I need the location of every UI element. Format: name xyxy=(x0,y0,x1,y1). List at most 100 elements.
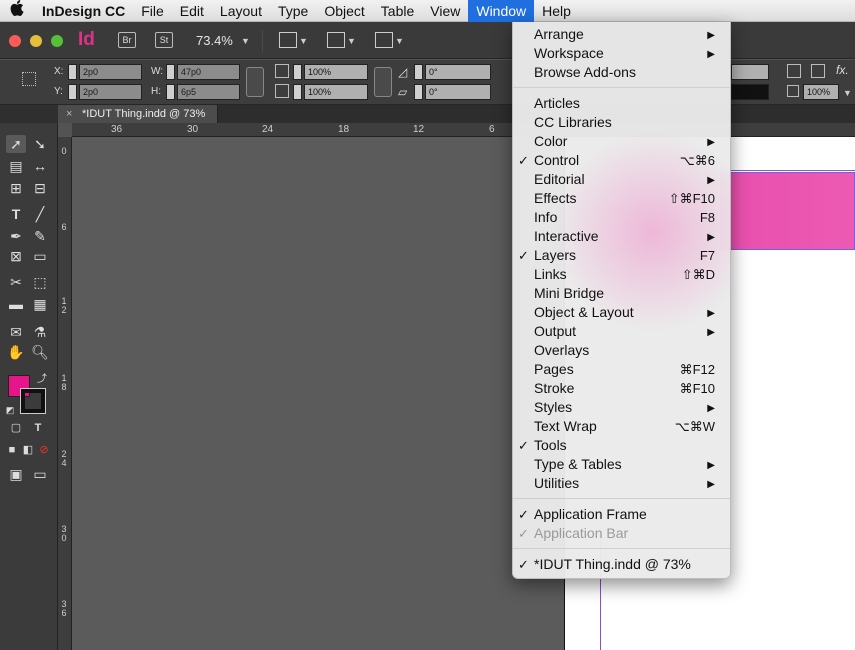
menu-file[interactable]: File xyxy=(133,0,172,22)
menu-item-stroke[interactable]: Stroke ⌘F10 xyxy=(513,379,730,398)
view-options-icon[interactable] xyxy=(279,32,297,48)
rotate-select[interactable]: 0° xyxy=(425,64,491,80)
apply-none-icon[interactable]: ⊘ xyxy=(34,441,54,459)
menu-item-overlays[interactable]: Overlays xyxy=(513,341,730,360)
shear-select[interactable]: 0° xyxy=(425,84,491,100)
gradient-feather-tool-icon[interactable]: ▦ xyxy=(30,295,50,313)
menu-item-browse-add-ons[interactable]: Browse Add-ons xyxy=(513,63,730,82)
zoom-dropdown-icon[interactable]: ▼ xyxy=(241,36,250,46)
menu-edit[interactable]: Edit xyxy=(172,0,212,22)
drop-shadow-icon[interactable] xyxy=(811,64,825,78)
horizontal-ruler[interactable]: 36 30 24 18 12 6 xyxy=(72,123,855,137)
page-tool-icon[interactable]: ▤ xyxy=(6,157,26,175)
menu-item-interactive[interactable]: Interactive ▶ xyxy=(513,227,730,246)
constrain-scale-icon[interactable] xyxy=(374,67,392,97)
shear-stepper[interactable] xyxy=(414,84,423,100)
effects-icon[interactable]: fx. xyxy=(836,63,849,77)
y-stepper[interactable] xyxy=(68,84,77,100)
h-field[interactable]: 6p5 xyxy=(177,84,240,100)
screen-mode-dropdown-icon[interactable]: ▼ xyxy=(347,36,356,46)
menu-item-application-frame[interactable]: ✓ Application Frame xyxy=(513,505,730,524)
rotate-stepper[interactable] xyxy=(414,64,423,80)
menu-item-color[interactable]: Color ▶ xyxy=(513,132,730,151)
zoom-level[interactable]: 73.4% xyxy=(196,33,233,48)
menu-item-links[interactable]: Links ⇧⌘D xyxy=(513,265,730,284)
type-tool-icon[interactable]: T xyxy=(6,205,26,223)
note-tool-icon[interactable]: ✉ xyxy=(6,323,26,341)
stroke-type-select[interactable] xyxy=(731,64,769,80)
menu-item-articles[interactable]: Articles xyxy=(513,94,730,113)
pen-tool-icon[interactable]: ✒ xyxy=(6,227,26,245)
apple-icon[interactable] xyxy=(0,0,34,21)
menu-item-output[interactable]: Output ▶ xyxy=(513,322,730,341)
menu-item-object-layout[interactable]: Object & Layout ▶ xyxy=(513,303,730,322)
menu-item-control[interactable]: ✓ Control ⌥⌘6 xyxy=(513,151,730,170)
menu-layout[interactable]: Layout xyxy=(212,0,270,22)
menu-help[interactable]: Help xyxy=(534,0,579,22)
scissors-tool-icon[interactable]: ✂ xyxy=(6,273,26,291)
stock-button[interactable]: St xyxy=(155,32,173,48)
arrange-documents-icon[interactable] xyxy=(375,32,393,48)
scale-x-stepper[interactable] xyxy=(293,64,302,80)
frame-fitting-icon[interactable] xyxy=(787,64,801,78)
line-tool-icon[interactable]: ╱ xyxy=(30,205,50,223)
close-window-button[interactable] xyxy=(9,35,21,47)
gradient-swatch-tool-icon[interactable]: ▬ xyxy=(6,295,26,313)
menu-object[interactable]: Object xyxy=(316,0,372,22)
stroke-color-select[interactable] xyxy=(731,84,769,100)
close-tab-icon[interactable]: × xyxy=(66,105,72,123)
stroke-swatch[interactable] xyxy=(20,388,46,414)
swap-colors-icon[interactable]: ⤴ xyxy=(35,371,49,389)
content-placer-icon[interactable]: ⊟ xyxy=(30,179,50,197)
menu-item-layers[interactable]: ✓ Layers F7 xyxy=(513,246,730,265)
gap-tool-icon[interactable]: ↔ xyxy=(30,157,50,175)
formatting-text-icon[interactable]: T xyxy=(28,419,48,437)
w-field[interactable]: 47p0 xyxy=(177,64,240,80)
arrange-documents-dropdown-icon[interactable]: ▼ xyxy=(395,36,404,46)
menu-indesign[interactable]: InDesign CC xyxy=(34,0,133,22)
vertical-ruler[interactable]: 0 6 1 2 1 8 2 4 3 0 3 6 xyxy=(58,137,72,650)
w-stepper[interactable] xyxy=(166,64,175,80)
menu-item-mini-bridge[interactable]: Mini Bridge xyxy=(513,284,730,303)
menu-item-text-wrap[interactable]: Text Wrap ⌥⌘W xyxy=(513,417,730,436)
scale-y-stepper[interactable] xyxy=(293,84,302,100)
menu-type[interactable]: Type xyxy=(270,0,316,22)
opacity-select[interactable]: 100% xyxy=(803,84,839,100)
screen-mode-icon[interactable] xyxy=(327,32,345,48)
menu-item-effects[interactable]: Effects ⇧⌘F10 xyxy=(513,189,730,208)
menu-view[interactable]: View xyxy=(422,0,468,22)
pink-rectangle-frame[interactable] xyxy=(720,172,855,250)
zoom-window-button[interactable] xyxy=(51,35,63,47)
menu-item-arrange[interactable]: Arrange ▶ xyxy=(513,25,730,44)
hand-tool-icon[interactable]: ✋ xyxy=(6,343,26,361)
eyedropper-tool-icon[interactable]: ⚗ xyxy=(30,323,50,341)
screen-mode-normal-icon[interactable]: ▣ xyxy=(6,465,26,483)
document-tab[interactable]: × *IDUT Thing.indd @ 73% xyxy=(58,105,218,123)
selection-tool-icon[interactable]: ➚ xyxy=(6,135,26,153)
content-collector-icon[interactable]: ⊞ xyxy=(6,179,26,197)
constrain-proportions-icon[interactable] xyxy=(246,67,264,97)
x-stepper[interactable] xyxy=(68,64,77,80)
opacity-dropdown-icon[interactable]: ▼ xyxy=(843,88,852,98)
menu-item-pages[interactable]: Pages ⌘F12 xyxy=(513,360,730,379)
minimize-window-button[interactable] xyxy=(30,35,42,47)
scale-y-select[interactable]: 100% xyxy=(304,84,368,100)
scale-x-select[interactable]: 100% xyxy=(304,64,368,80)
x-field[interactable]: 2p0 xyxy=(79,64,142,80)
menu-item-type-tables[interactable]: Type & Tables ▶ xyxy=(513,455,730,474)
pencil-tool-icon[interactable]: ✎ xyxy=(30,227,50,245)
zoom-tool-icon[interactable]: 🔍︎ xyxy=(30,343,50,361)
menu-item-utilities[interactable]: Utilities ▶ xyxy=(513,474,730,493)
rectangle-frame-tool-icon[interactable]: ⊠ xyxy=(6,247,26,265)
reference-point-icon[interactable] xyxy=(22,72,36,86)
preview-mode-icon[interactable]: ▭ xyxy=(30,465,50,483)
formatting-container-icon[interactable]: ▢ xyxy=(6,419,26,437)
menu-table[interactable]: Table xyxy=(373,0,422,22)
default-colors-icon[interactable]: ◩ xyxy=(4,401,16,419)
bridge-button[interactable]: Br xyxy=(118,32,136,48)
view-options-dropdown-icon[interactable]: ▼ xyxy=(299,36,308,46)
menu-item-styles[interactable]: Styles ▶ xyxy=(513,398,730,417)
menu-item-workspace[interactable]: Workspace ▶ xyxy=(513,44,730,63)
menu-item-tools[interactable]: ✓ Tools xyxy=(513,436,730,455)
direct-selection-tool-icon[interactable]: ➘ xyxy=(30,135,50,153)
